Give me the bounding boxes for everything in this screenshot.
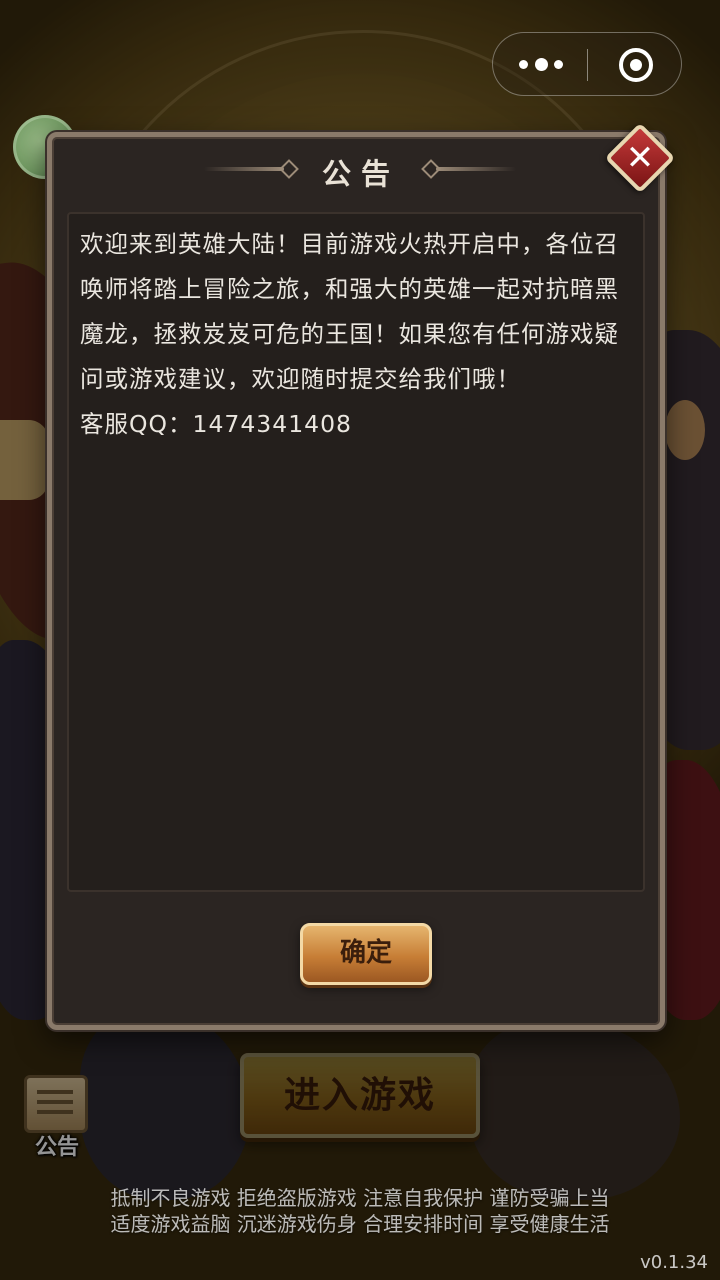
title-flourish-right [436, 167, 516, 171]
miniprogram-capsule [492, 32, 682, 96]
version-label: v0.1.34 [640, 1252, 708, 1273]
dialog-title: 公告 [321, 157, 400, 191]
dialog-header: 公告 [52, 137, 660, 207]
announcement-text: 欢迎来到英雄大陆！目前游戏火热开启中，各位召唤师将踏上冒险之旅，和强大的英雄一起… [80, 230, 619, 438]
more-dots-icon[interactable] [519, 57, 563, 71]
close-icon: ✕ [625, 138, 655, 178]
announcement-dialog: 公告 ✕ 欢迎来到英雄大陆！目前游戏火热开启中，各位召唤师将踏上冒险之旅，和强大… [47, 122, 676, 1030]
game-screen: 公告 进入游戏 抵制不良游戏 拒绝盗版游戏 注意自我保护 谨防受骗上当 适度游戏… [0, 0, 720, 1280]
health-advice: 抵制不良游戏 拒绝盗版游戏 注意自我保护 谨防受骗上当 适度游戏益脑 沉迷游戏伤… [0, 1185, 720, 1237]
health-advice-line-2: 适度游戏益脑 沉迷游戏伤身 合理安排时间 享受健康生活 [110, 1212, 610, 1236]
announcement-content[interactable]: 欢迎来到英雄大陆！目前游戏火热开启中，各位召唤师将踏上冒险之旅，和强大的英雄一起… [67, 212, 645, 892]
confirm-button[interactable]: 确定 [300, 923, 432, 985]
target-close-icon[interactable] [619, 48, 653, 82]
health-advice-line-1: 抵制不良游戏 拒绝盗版游戏 注意自我保护 谨防受骗上当 [110, 1186, 610, 1210]
capsule-divider [587, 49, 588, 81]
